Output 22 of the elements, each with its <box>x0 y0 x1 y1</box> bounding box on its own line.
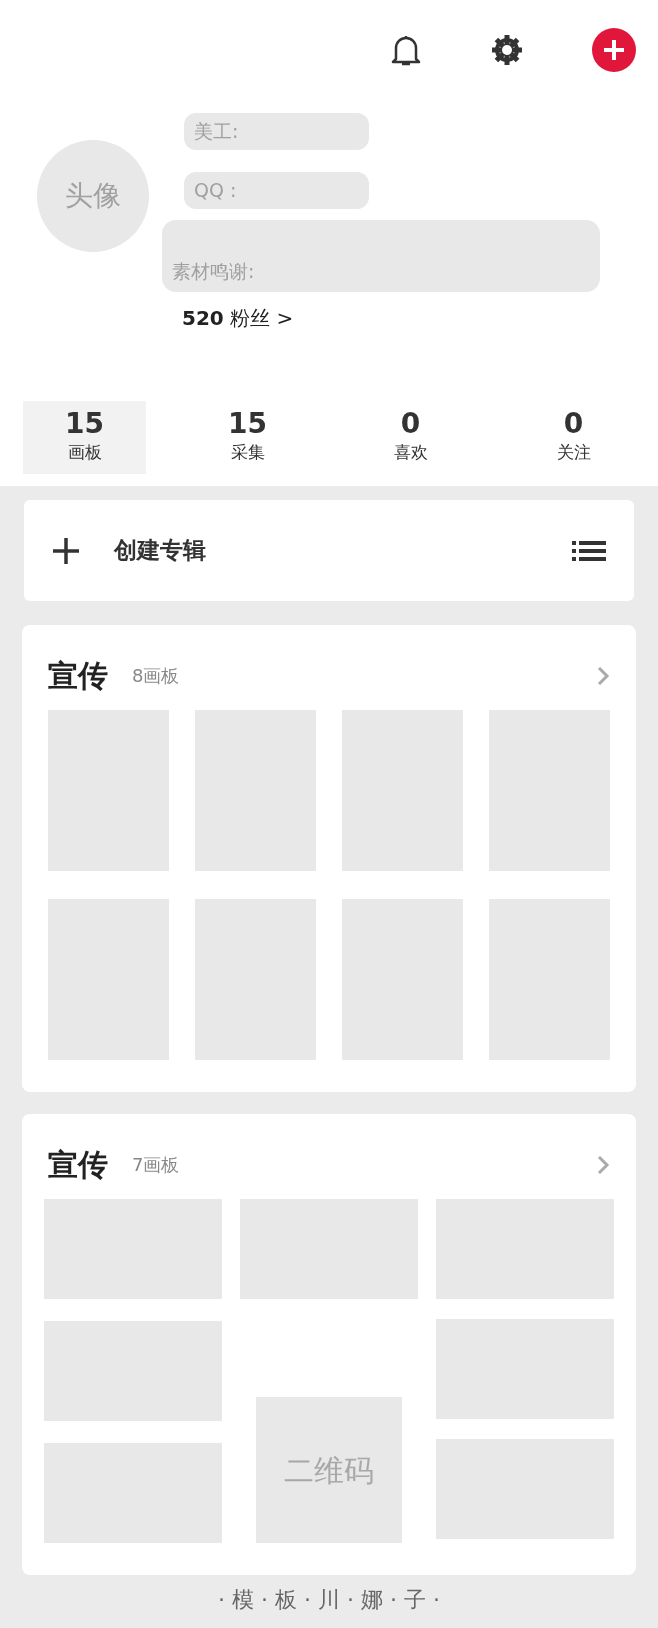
notification-bell-icon[interactable] <box>390 33 422 67</box>
album-card[interactable]: 宣传 8画板 <box>22 625 636 1092</box>
stat-tab[interactable]: 0 喜欢 <box>349 401 472 474</box>
plus-icon <box>52 536 80 565</box>
create-album-card[interactable]: 创建专辑 <box>24 500 634 601</box>
album-title: 宣传 <box>48 657 108 695</box>
stat-tab[interactable]: 15 采集 <box>186 401 309 474</box>
board-count: 7画板 <box>132 1153 180 1177</box>
create-album-label: 创建专辑 <box>114 536 206 566</box>
followers-link[interactable]: 520 粉丝 > <box>182 303 600 333</box>
list-icon[interactable] <box>572 539 606 562</box>
qr-code-placeholder: 二维码 <box>256 1397 402 1543</box>
settings-icon[interactable] <box>490 33 524 67</box>
stat-tab[interactable]: 0 关注 <box>512 401 635 474</box>
chevron-right-icon[interactable] <box>596 664 610 687</box>
chevron-right-icon[interactable] <box>596 1153 610 1176</box>
board-count: 8画板 <box>132 664 180 688</box>
add-icon[interactable] <box>592 28 636 72</box>
stat-tab[interactable]: 15 画板 <box>23 401 146 474</box>
album-title: 宣传 <box>48 1146 108 1184</box>
footer-text: · 模 · 板 · 川 · 娜 · 子 · <box>217 1586 441 1614</box>
album-card[interactable]: 宣传 7画板 二维码 <box>22 1114 636 1575</box>
